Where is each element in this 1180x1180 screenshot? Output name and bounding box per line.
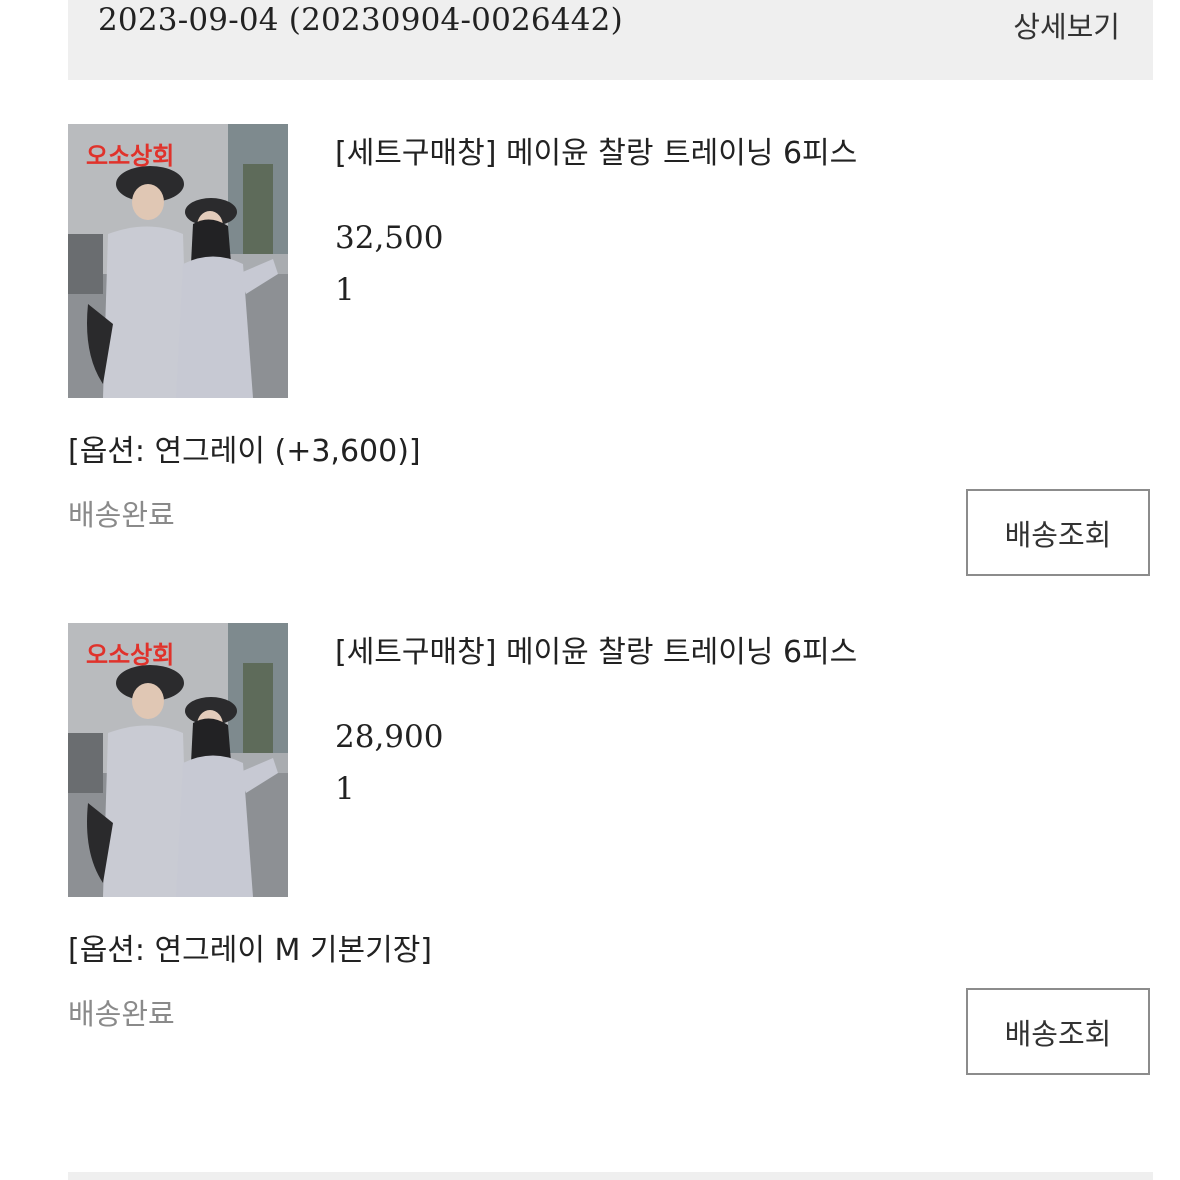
delivery-status: 배송완료 (68, 498, 175, 532)
product-price: 28,900 (335, 719, 444, 755)
section-divider (68, 1172, 1153, 1180)
product-image[interactable]: 오소상회 (68, 623, 288, 897)
order-date: 2023-09-04 (20230904-0026442) (98, 2, 623, 38)
image-logo-text: 오소상회 (86, 641, 174, 669)
product-price: 32,500 (335, 220, 444, 256)
image-logo-text: 오소상회 (86, 142, 174, 170)
order-item: 오소상회 [세트구매창] 메이윤 찰랑 트레이닝 6피스 32,500 1 [옵… (68, 124, 1153, 594)
product-name[interactable]: [세트구매창] 메이윤 찰랑 트레이닝 6피스 (335, 128, 857, 172)
delivery-status: 배송완료 (68, 997, 175, 1031)
order-item: 오소상회 [세트구매창] 메이윤 찰랑 트레이닝 6피스 28,900 1 [옵… (68, 623, 1153, 1093)
track-delivery-button[interactable]: 배송조회 (966, 489, 1150, 576)
product-name[interactable]: [세트구매창] 메이윤 찰랑 트레이닝 6피스 (335, 627, 857, 671)
order-header: 2023-09-04 (20230904-0026442) 상세보기 (68, 0, 1153, 80)
product-quantity: 1 (335, 272, 355, 308)
product-option: [옵션: 연그레이 (+3,600)] (68, 434, 421, 469)
order-detail-link[interactable]: 상세보기 (1013, 4, 1120, 46)
track-delivery-button[interactable]: 배송조회 (966, 988, 1150, 1075)
product-quantity: 1 (335, 771, 355, 807)
product-image[interactable]: 오소상회 (68, 124, 288, 398)
product-option: [옵션: 연그레이 M 기본기장] (68, 933, 433, 968)
